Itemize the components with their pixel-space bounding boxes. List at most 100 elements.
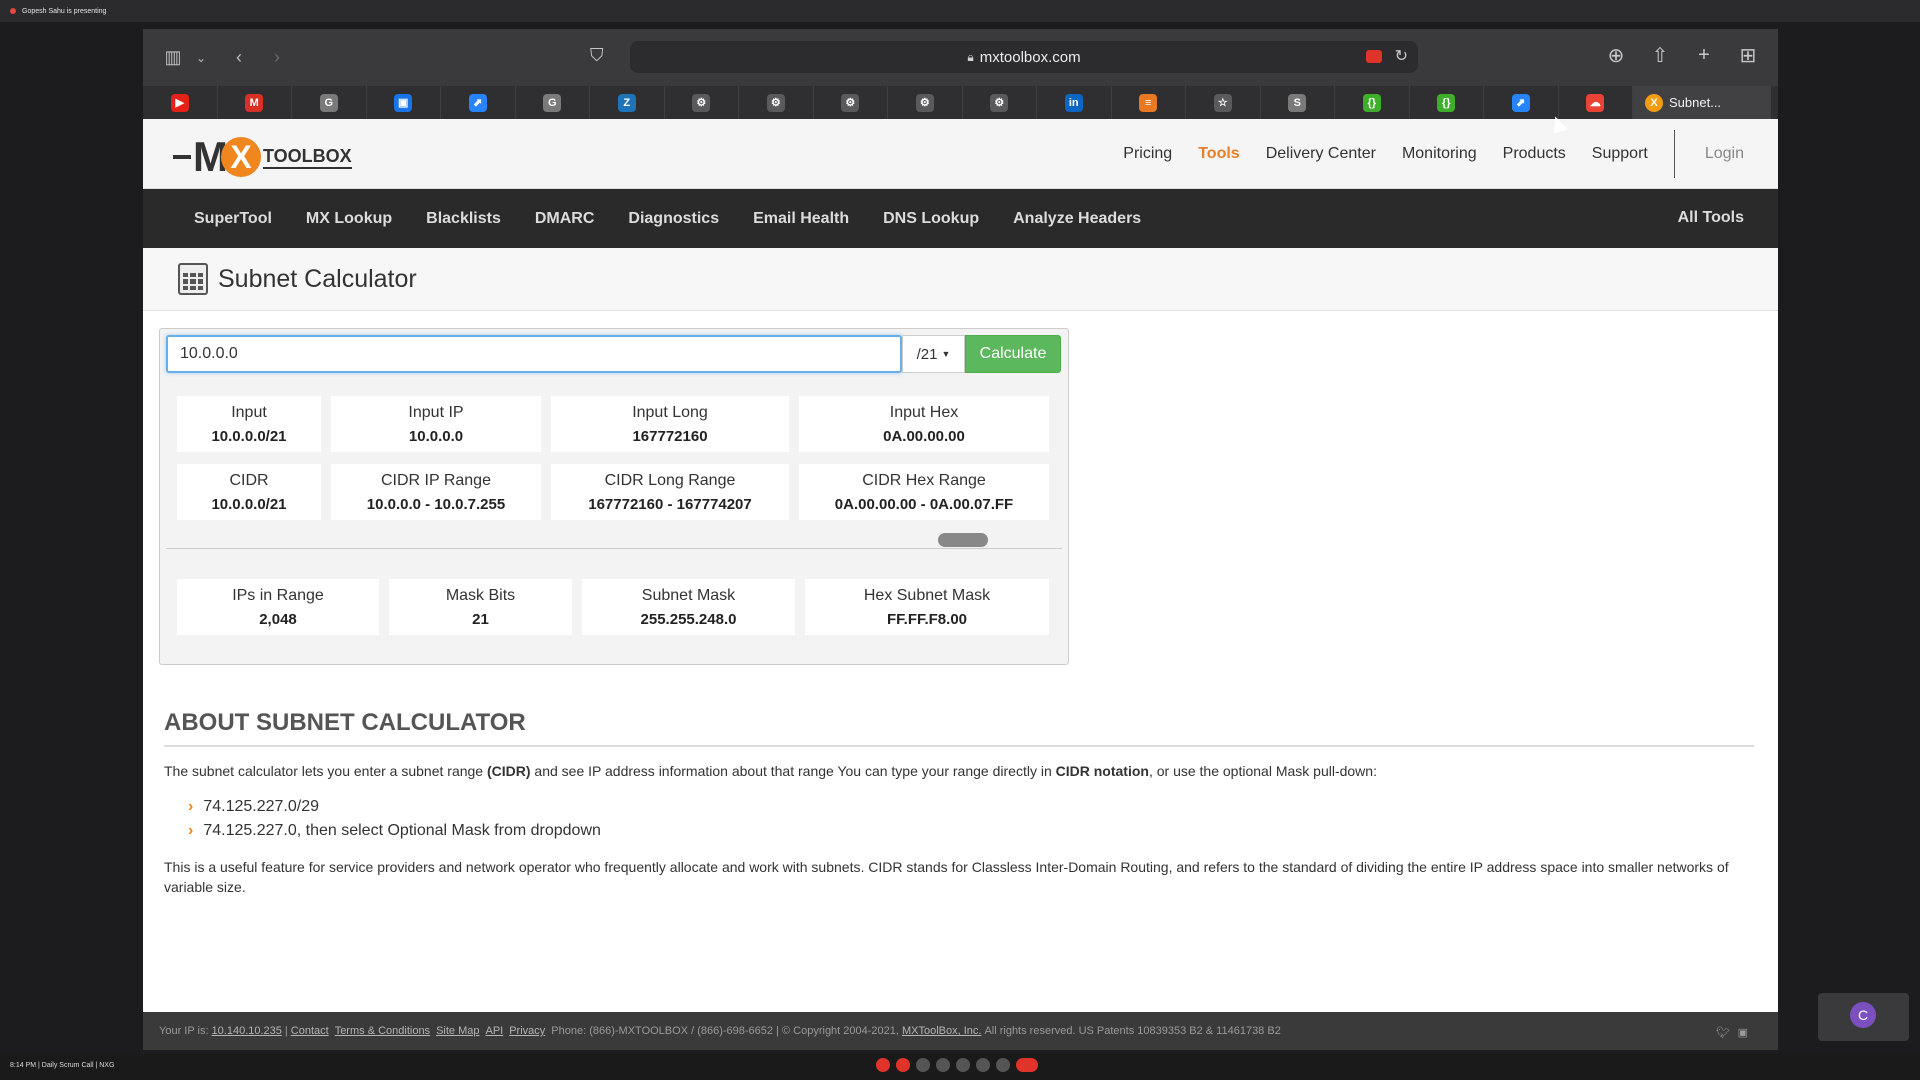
nav-pricing[interactable]: Pricing (1123, 145, 1172, 163)
captions-icon[interactable] (976, 1058, 990, 1072)
page-title-row: Subnet Calculator (143, 248, 1778, 311)
browser-tab[interactable]: ≡ (1112, 86, 1186, 119)
forward-icon[interactable]: › (265, 46, 289, 70)
browser-tab[interactable]: ▣ (367, 86, 441, 119)
bracket-icon: {} (1362, 93, 1381, 112)
tool-nav-email-health[interactable]: Email Health (753, 210, 849, 228)
nav-support[interactable]: Support (1592, 145, 1648, 163)
recording-icon (10, 8, 16, 14)
linkedin-icon[interactable]: ▣ (1738, 1027, 1748, 1039)
footer-ip-link[interactable]: 10.140.10.235 (212, 1025, 282, 1037)
result-value: 0A.00.00.00 - 0A.00.07.FF (834, 496, 1014, 513)
address-bar[interactable]: 🔒︎ mxtoolbox.com ↻ (630, 41, 1418, 73)
g-icon: G (319, 93, 338, 112)
nav-login[interactable]: Login (1705, 145, 1744, 163)
tool-nav-dmarc[interactable]: DMARC (535, 210, 595, 228)
browser-tab[interactable]: {} (1410, 86, 1484, 119)
chevron-right-icon: › (188, 798, 194, 815)
new-tab-icon[interactable]: + (1692, 43, 1716, 67)
result-input-hex: Input Hex 0A.00.00.00 (799, 396, 1049, 452)
result-value: 167772160 (632, 428, 708, 445)
download-icon[interactable]: ⊕ (1604, 43, 1628, 67)
raise-hand-icon[interactable] (936, 1058, 950, 1072)
footer-api-link[interactable]: API (485, 1025, 503, 1037)
nav-products[interactable]: Products (1503, 145, 1566, 163)
participant-tile[interactable]: C (1818, 993, 1909, 1041)
browser-tab[interactable]: ⚙ (814, 86, 888, 119)
nav-monitoring[interactable]: Monitoring (1402, 145, 1477, 163)
screen-record-icon[interactable] (1366, 50, 1382, 63)
mask-dropdown[interactable]: /21 ▼ (902, 335, 965, 373)
tool-nav-supertool[interactable]: SuperTool (194, 210, 272, 228)
footer-phone: Phone: (866)-MXTOOLBOX / (866)-698-6652 … (551, 1025, 899, 1037)
browser-tab[interactable]: ⚙ (665, 86, 739, 119)
star-icon: ☆ (1213, 93, 1232, 112)
result-label: Subnet Mask (641, 587, 736, 604)
browser-tab[interactable]: ⚙ (963, 86, 1037, 119)
twitter-icon[interactable]: 🐦︎ (1716, 1027, 1730, 1039)
mic-icon[interactable] (876, 1058, 890, 1072)
browser-tab[interactable]: ☁ (1559, 86, 1633, 119)
tab-subnet-calculator[interactable]: X Subnet... (1633, 86, 1771, 119)
browser-tab[interactable]: G (516, 86, 590, 119)
browser-tab[interactable]: ☆ (1186, 86, 1261, 119)
tab-bar: ▶ M G ▣ ⬈ G Z ⚙ ⚙ ⚙ ⚙ ⚙ in ≡ ☆ S {} {} ⬈ ☁ X Subnet... (143, 86, 1778, 119)
end-call-icon[interactable] (1016, 1058, 1038, 1072)
tool-nav-mx-lookup[interactable]: MX Lookup (306, 210, 392, 228)
browser-tab[interactable]: ⬈ (1484, 86, 1559, 119)
result-label: Input Long (632, 404, 708, 421)
shield-icon[interactable]: ⛉ (590, 45, 604, 66)
lock-icon: 🔒︎ (967, 49, 974, 64)
result-label: CIDR (229, 472, 269, 489)
logo-toolbox: TOOLBOX (263, 146, 352, 169)
footer-terms-link[interactable]: Terms & Conditions (335, 1025, 430, 1037)
browser-tab[interactable]: Z (590, 86, 665, 119)
browser-tab[interactable]: ⚙ (888, 86, 963, 119)
browser-tab[interactable]: ▶ (143, 86, 218, 119)
back-icon[interactable]: ‹ (227, 46, 251, 70)
ip-address-input[interactable] (166, 335, 902, 373)
tool-nav-dns-lookup[interactable]: DNS Lookup (883, 210, 979, 228)
social-links: 🐦︎ ▣ (1716, 1024, 1748, 1039)
footer-contact-link[interactable]: Contact (291, 1025, 329, 1037)
footer-sitemap-link[interactable]: Site Map (436, 1025, 479, 1037)
camera-icon[interactable] (896, 1058, 910, 1072)
tool-nav-analyze-headers[interactable]: Analyze Headers (1013, 210, 1141, 228)
browser-tab[interactable]: {} (1335, 86, 1410, 119)
browser-tab[interactable]: ⚙ (739, 86, 814, 119)
tool-nav-diagnostics[interactable]: Diagnostics (628, 210, 719, 228)
result-input: Input 10.0.0.0/21 (177, 396, 321, 452)
url-text: mxtoolbox.com (979, 48, 1081, 66)
browser-tab[interactable]: in (1037, 86, 1112, 119)
share-icon[interactable]: ⇧ (1648, 43, 1672, 67)
browser-tab[interactable]: ⬈ (441, 86, 516, 119)
result-label: Input IP (408, 404, 464, 421)
main-nav: Pricing Tools Delivery Center Monitoring… (1123, 119, 1778, 189)
footer-privacy-link[interactable]: Privacy (509, 1025, 545, 1037)
mxtoolbox-logo[interactable]: M X TOOLBOX (173, 133, 352, 181)
reload-icon[interactable]: ↻ (1395, 46, 1408, 66)
result-label: CIDR Long Range (604, 472, 736, 489)
more-options-icon[interactable] (996, 1058, 1010, 1072)
footer-company-link[interactable]: MXToolBox, Inc. (902, 1025, 981, 1037)
view-toggle[interactable] (938, 533, 988, 547)
chevron-down-icon[interactable]: ⌄ (189, 46, 213, 70)
browser-tab[interactable]: M (218, 86, 292, 119)
tool-nav-all-tools[interactable]: All Tools (1678, 209, 1744, 227)
emoji-icon[interactable] (956, 1058, 970, 1072)
browser-tab[interactable]: S (1261, 86, 1335, 119)
tab-overview-icon[interactable]: ⊞ (1736, 43, 1760, 67)
browser-tab[interactable]: G (292, 86, 367, 119)
tool-nav-blacklists[interactable]: Blacklists (426, 210, 501, 228)
result-label: Input Hex (889, 404, 959, 421)
active-tab-label: Subnet... (1669, 95, 1722, 110)
mxtoolbox-favicon-icon: X (1645, 93, 1663, 112)
calculate-button[interactable]: Calculate (965, 335, 1061, 373)
result-value: 167772160 - 167774207 (588, 496, 752, 513)
sidebar-toggle-icon[interactable]: ▥ (161, 46, 185, 70)
stackoverflow-icon: ≡ (1139, 93, 1158, 112)
present-icon[interactable] (916, 1058, 930, 1072)
nav-tools[interactable]: Tools (1198, 145, 1239, 163)
nav-delivery-center[interactable]: Delivery Center (1266, 145, 1376, 163)
zendesk-icon: Z (617, 93, 636, 112)
